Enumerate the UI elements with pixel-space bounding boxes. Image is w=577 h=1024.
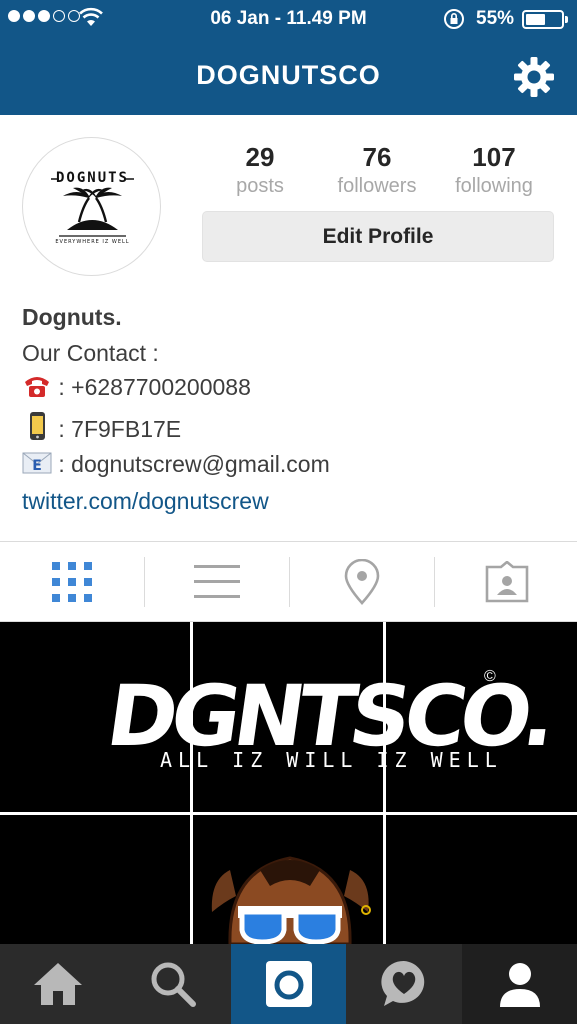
profile-name: Dognuts.: [22, 304, 122, 330]
heart-bubble-icon: [380, 960, 424, 1006]
top-bar: 06 Jan - 11.49 PM 55% DOGNUTSCO: [0, 0, 577, 115]
profile-tab-bar: [0, 541, 577, 622]
post-thumbnail[interactable]: [193, 815, 383, 944]
camera-icon: [265, 961, 312, 1007]
phone-line: : +6287700200088: [22, 373, 251, 401]
pin-line: : 7F9FB17E: [22, 411, 181, 443]
list-icon: [194, 565, 240, 598]
nav-search[interactable]: [115, 944, 230, 1024]
tab-tagged[interactable]: [435, 542, 577, 622]
tab-places[interactable]: [290, 542, 434, 622]
telephone-icon: [25, 377, 49, 397]
contact-heading: Our Contact :: [22, 340, 159, 366]
dognuts-logo: DOGNUTS EVERYWHERE IZ WELL: [51, 170, 134, 245]
page-title: DOGNUTSCO: [196, 60, 381, 90]
tab-list-view[interactable]: [145, 542, 289, 622]
tab-grid-view[interactable]: [0, 542, 144, 622]
post-grid: DGNTSCO. ALL IZ WILL IZ WELL ©: [0, 622, 577, 944]
email-badge-letter: E: [32, 458, 42, 474]
post-thumbnail[interactable]: [386, 815, 577, 944]
rotation-lock-icon: [444, 9, 464, 29]
following-label: following: [455, 175, 533, 197]
tagged-photos-icon: [485, 561, 529, 603]
status-bar: 06 Jan - 11.49 PM 55%: [0, 0, 577, 38]
battery-icon: [522, 10, 568, 29]
profile-icon: [499, 963, 540, 1007]
avatar[interactable]: DOGNUTS EVERYWHERE IZ WELL: [22, 137, 161, 276]
following-count: 107: [472, 142, 516, 172]
nav-camera[interactable]: [231, 944, 346, 1024]
location-pin-icon: [344, 559, 380, 605]
email-address[interactable]: : dognutscrew@gmail.com: [58, 451, 329, 477]
avatar-logo-text: DOGNUTS: [56, 170, 129, 186]
following-stat[interactable]: 107 following: [434, 142, 554, 198]
edit-profile-button[interactable]: Edit Profile: [202, 211, 554, 262]
posts-count: 29: [245, 142, 275, 172]
nav-home[interactable]: [0, 944, 115, 1024]
nav-profile[interactable]: [462, 944, 577, 1024]
mobile-phone-icon: [30, 412, 45, 440]
search-icon: [151, 962, 196, 1007]
email-icon: E: [22, 452, 52, 474]
battery-percent: 55%: [476, 8, 515, 29]
followers-label: followers: [337, 175, 417, 197]
post-thumbnail[interactable]: [193, 622, 383, 812]
followers-stat[interactable]: 76 followers: [317, 142, 437, 198]
bbm-pin[interactable]: : 7F9FB17E: [58, 416, 181, 442]
twitter-link[interactable]: twitter.com/dognutscrew: [22, 488, 269, 515]
avatar-logo-tagline: EVERYWHERE IZ WELL: [55, 239, 129, 245]
home-icon: [33, 963, 82, 1005]
posts-stat[interactable]: 29 posts: [200, 142, 320, 198]
post-thumbnail[interactable]: [0, 622, 190, 812]
gear-icon[interactable]: [513, 56, 555, 98]
posts-label: posts: [236, 175, 284, 197]
post-thumbnail[interactable]: [386, 622, 577, 812]
nav-activity[interactable]: [346, 944, 461, 1024]
bottom-navigation: [0, 944, 577, 1024]
followers-count: 76: [362, 142, 392, 172]
grid-icon: [52, 562, 92, 602]
post-thumbnail[interactable]: [0, 815, 190, 944]
email-line: E : dognutscrew@gmail.com: [22, 450, 330, 478]
phone-number[interactable]: : +6287700200088: [58, 374, 251, 400]
